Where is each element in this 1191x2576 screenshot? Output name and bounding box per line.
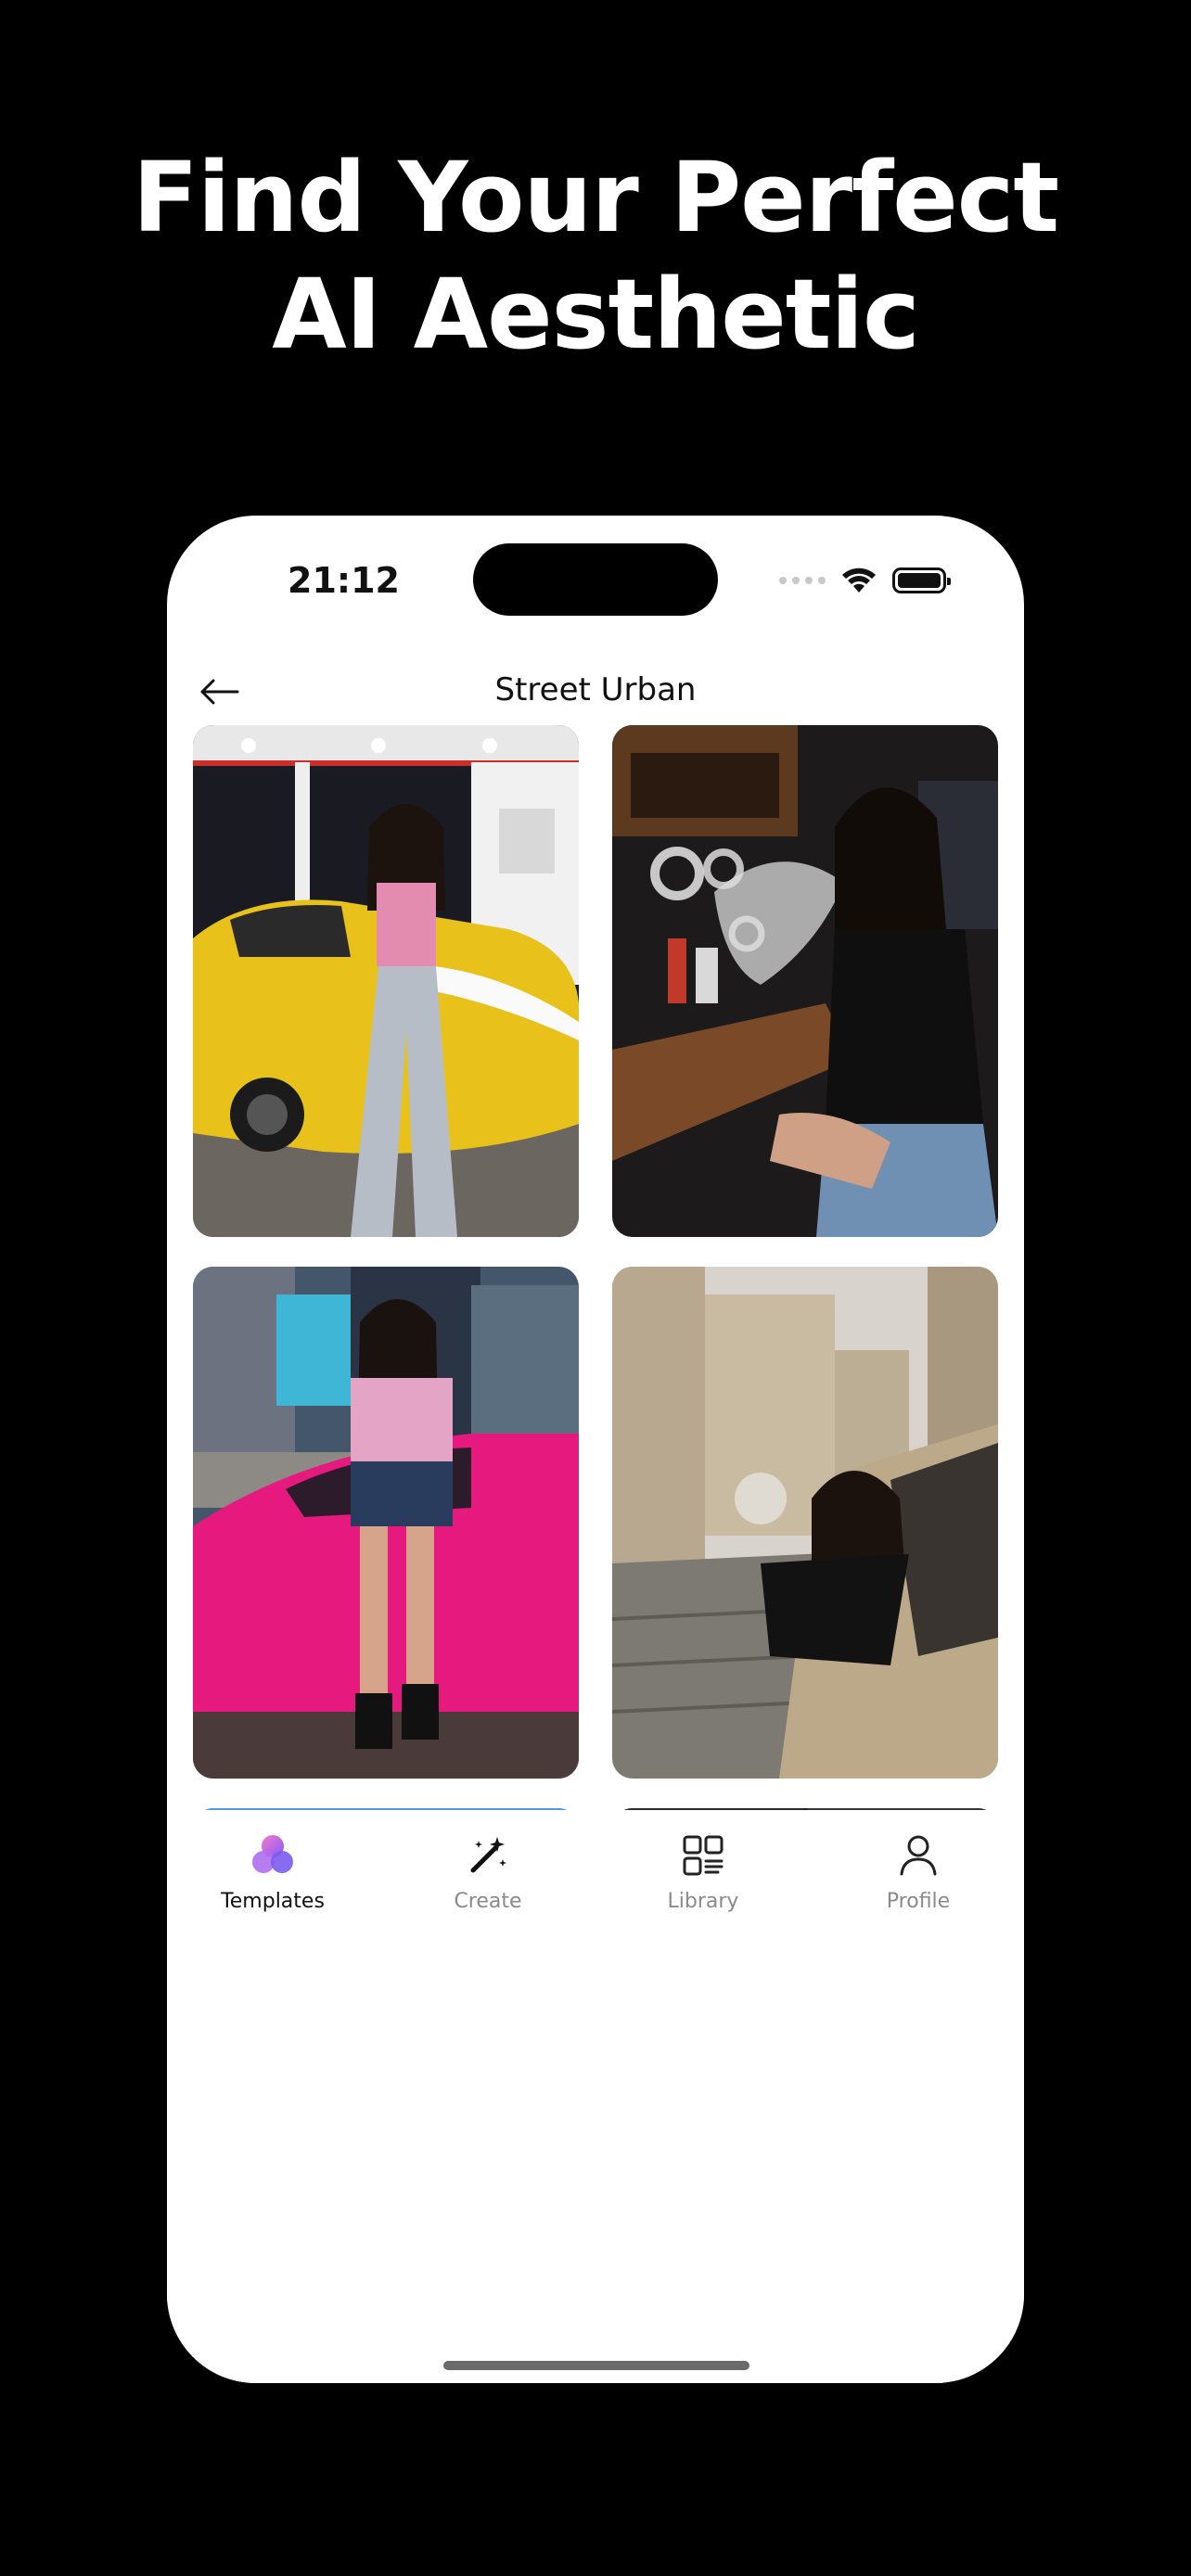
tab-label-library: Library: [667, 1890, 739, 1913]
template-tile-pink-car[interactable]: [193, 1267, 579, 1779]
status-icons: [779, 562, 951, 599]
dynamic-island: [473, 543, 718, 616]
template-image: [193, 725, 579, 1237]
template-tile-paris-street[interactable]: [612, 1267, 998, 1779]
person-icon: [893, 1830, 943, 1881]
template-image: [612, 725, 998, 1237]
battery-icon: [892, 567, 951, 593]
status-time: 21:12: [288, 560, 400, 601]
templates-icon: [248, 1830, 298, 1881]
home-indicator: [443, 2361, 749, 2370]
template-grid: [193, 725, 998, 1810]
magic-wand-icon: [463, 1830, 513, 1881]
headline-line-2: AI Aesthetic: [272, 258, 920, 371]
nav-bar: Street Urban: [167, 645, 1024, 738]
headline-line-1: Find Your Perfect: [132, 141, 1059, 254]
tab-label-create: Create: [454, 1890, 522, 1913]
tab-library[interactable]: Library: [620, 1830, 787, 1932]
template-image: [612, 1267, 998, 1779]
library-grid-icon: [678, 1830, 728, 1881]
template-tile-gas-station[interactable]: [193, 725, 579, 1237]
tab-profile[interactable]: Profile: [835, 1830, 1002, 1932]
tab-label-templates: Templates: [221, 1890, 325, 1913]
status-bar: 21:12: [167, 516, 1024, 645]
tab-create[interactable]: Create: [404, 1830, 571, 1932]
tab-bar: Templates Create Library Profile: [167, 1810, 1024, 2383]
template-tile-smoke-rings[interactable]: [612, 725, 998, 1237]
headline: Find Your Perfect AI Aesthetic: [0, 139, 1191, 373]
template-image: [193, 1267, 579, 1779]
phone-frame: 21:12 Street Urban Templates Create Libr…: [167, 516, 1024, 2383]
wifi-icon: [842, 567, 876, 593]
tab-label-profile: Profile: [886, 1890, 951, 1913]
tab-templates[interactable]: Templates: [189, 1830, 356, 1932]
page-title: Street Urban: [494, 671, 697, 708]
signal-dots-icon: [779, 577, 826, 584]
